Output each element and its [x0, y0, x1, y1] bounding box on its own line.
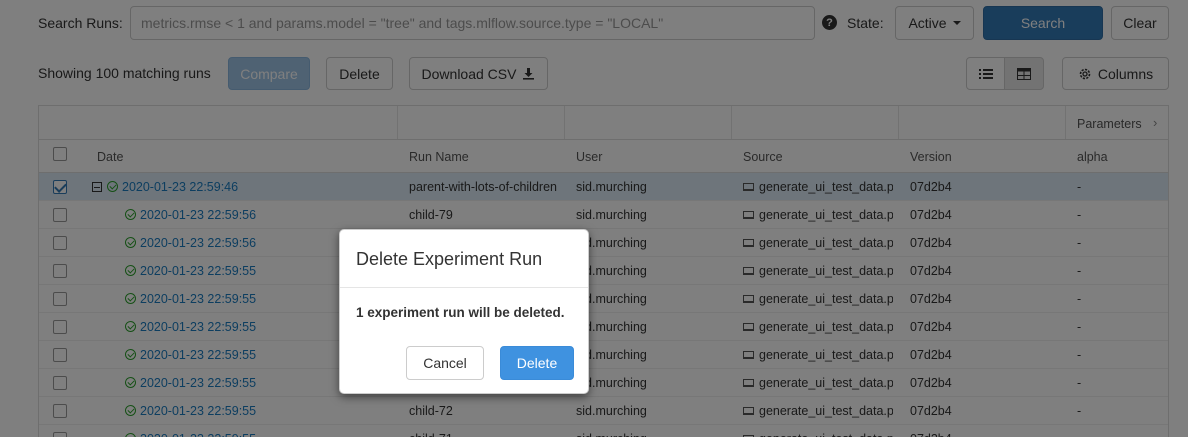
confirm-delete-button[interactable]: Delete — [500, 346, 574, 380]
dialog-title: Delete Experiment Run — [356, 249, 543, 269]
modal-backdrop[interactable] — [0, 0, 1188, 437]
dialog-divider — [340, 287, 588, 288]
dialog-message: 1 experiment run will be deleted. — [356, 305, 565, 320]
delete-run-dialog: Delete Experiment Run 1 experiment run w… — [339, 229, 589, 394]
cancel-button[interactable]: Cancel — [406, 346, 484, 380]
